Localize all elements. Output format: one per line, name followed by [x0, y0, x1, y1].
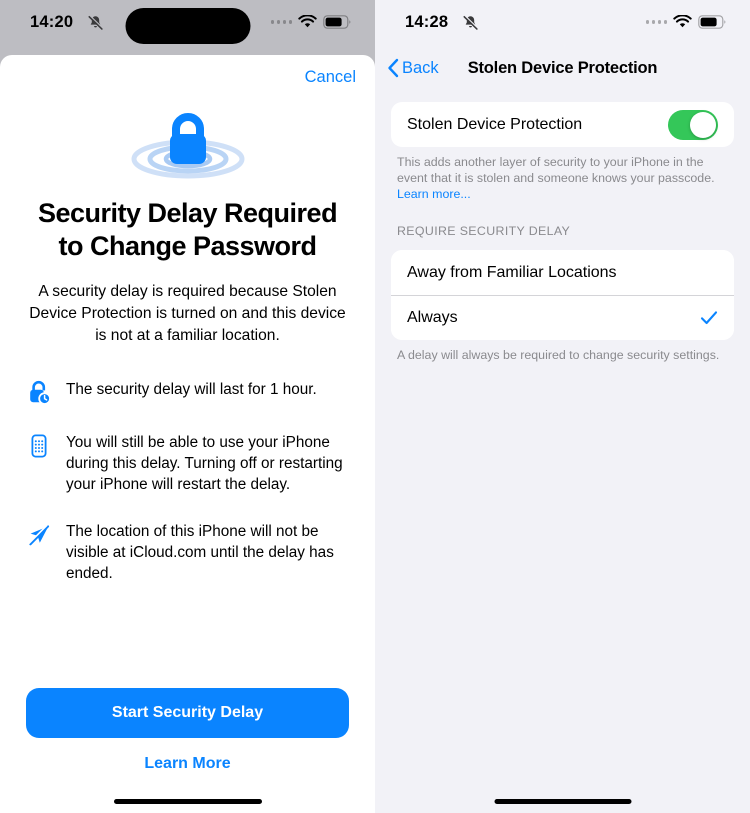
option-row-always[interactable]: Always — [391, 295, 734, 340]
dynamic-island — [125, 8, 250, 44]
back-label: Back — [402, 58, 439, 77]
stolen-device-protection-row[interactable]: Stolen Device Protection — [391, 102, 734, 147]
protection-toggle-group: Stolen Device Protection — [391, 102, 734, 147]
navigation-bar: Back Stolen Device Protection — [375, 46, 750, 90]
row-label: Stolen Device Protection — [407, 115, 583, 133]
status-indicators — [645, 15, 727, 29]
learn-more-link[interactable]: Learn more... — [397, 187, 471, 201]
page-title: Security Delay Required to Change Passwo… — [37, 198, 338, 261]
checkmark-icon — [700, 311, 718, 325]
right-phone-panel: 14:28 Back Stolen Device Protection Stol… — [375, 0, 750, 813]
screenshot-stage: 14:20 Cancel Security Delay Required to … — [0, 0, 750, 813]
signal-dots-icon — [645, 20, 667, 24]
bullet-text: You will still be able to use your iPhon… — [66, 434, 343, 493]
status-indicators — [270, 15, 352, 29]
status-time: 14:20 — [30, 13, 74, 31]
nav-title: Stolen Device Protection — [467, 58, 658, 77]
protection-footnote: This adds another layer of security to y… — [397, 154, 728, 202]
bullet-text: The location of this iPhone will not be … — [66, 523, 334, 582]
left-phone-panel: 14:20 Cancel Security Delay Required to … — [0, 0, 375, 813]
sheet-actions: Start Security Delay Learn More — [0, 688, 375, 813]
lock-clock-icon — [30, 380, 51, 405]
footnote-text: This adds another layer of security to y… — [397, 155, 715, 185]
sheet-toolbar: Cancel — [0, 55, 375, 99]
security-delay-sheet: Cancel Security Delay Required to Change… — [0, 55, 375, 813]
require-security-delay-group: Away from Familiar Locations Always — [391, 250, 734, 340]
status-time: 14:28 — [405, 13, 449, 31]
bullet-item: The security delay will last for 1 hour. — [26, 379, 349, 406]
learn-more-button[interactable]: Learn More — [26, 755, 349, 773]
iphone-keypad-icon — [31, 434, 47, 458]
bullet-list: The security delay will last for 1 hour.… — [26, 379, 349, 584]
start-security-delay-button[interactable]: Start Security Delay — [26, 688, 349, 738]
bell-slash-icon — [463, 15, 479, 30]
options-footnote: A delay will always be required to chang… — [397, 348, 720, 362]
signal-dots-icon — [270, 20, 292, 24]
page-subtitle: A security delay is required because Sto… — [29, 283, 346, 344]
require-security-delay-header: REQUIRE SECURITY DELAY — [397, 224, 571, 238]
bullet-text: The security delay will last for 1 hour. — [66, 381, 317, 398]
battery-icon — [698, 15, 726, 29]
home-indicator — [113, 799, 262, 804]
option-label: Always — [407, 309, 458, 326]
bullet-item: You will still be able to use your iPhon… — [26, 432, 349, 495]
back-button[interactable]: Back — [387, 46, 439, 90]
wifi-icon — [673, 15, 692, 28]
chevron-left-icon — [388, 58, 399, 78]
option-row-away-from-familiar-locations[interactable]: Away from Familiar Locations — [391, 250, 734, 295]
right-status-bar: 14:28 — [375, 0, 750, 46]
home-indicator — [494, 799, 631, 804]
bell-slash-icon — [88, 15, 104, 30]
location-slash-icon — [28, 524, 50, 546]
lock-ripple-icon — [131, 113, 244, 179]
option-label: Away from Familiar Locations — [407, 263, 617, 281]
cancel-button[interactable]: Cancel — [305, 68, 356, 87]
bullet-item: The location of this iPhone will not be … — [26, 521, 349, 584]
stolen-device-protection-toggle[interactable] — [668, 109, 718, 140]
wifi-icon — [298, 15, 317, 28]
battery-icon — [323, 15, 351, 29]
